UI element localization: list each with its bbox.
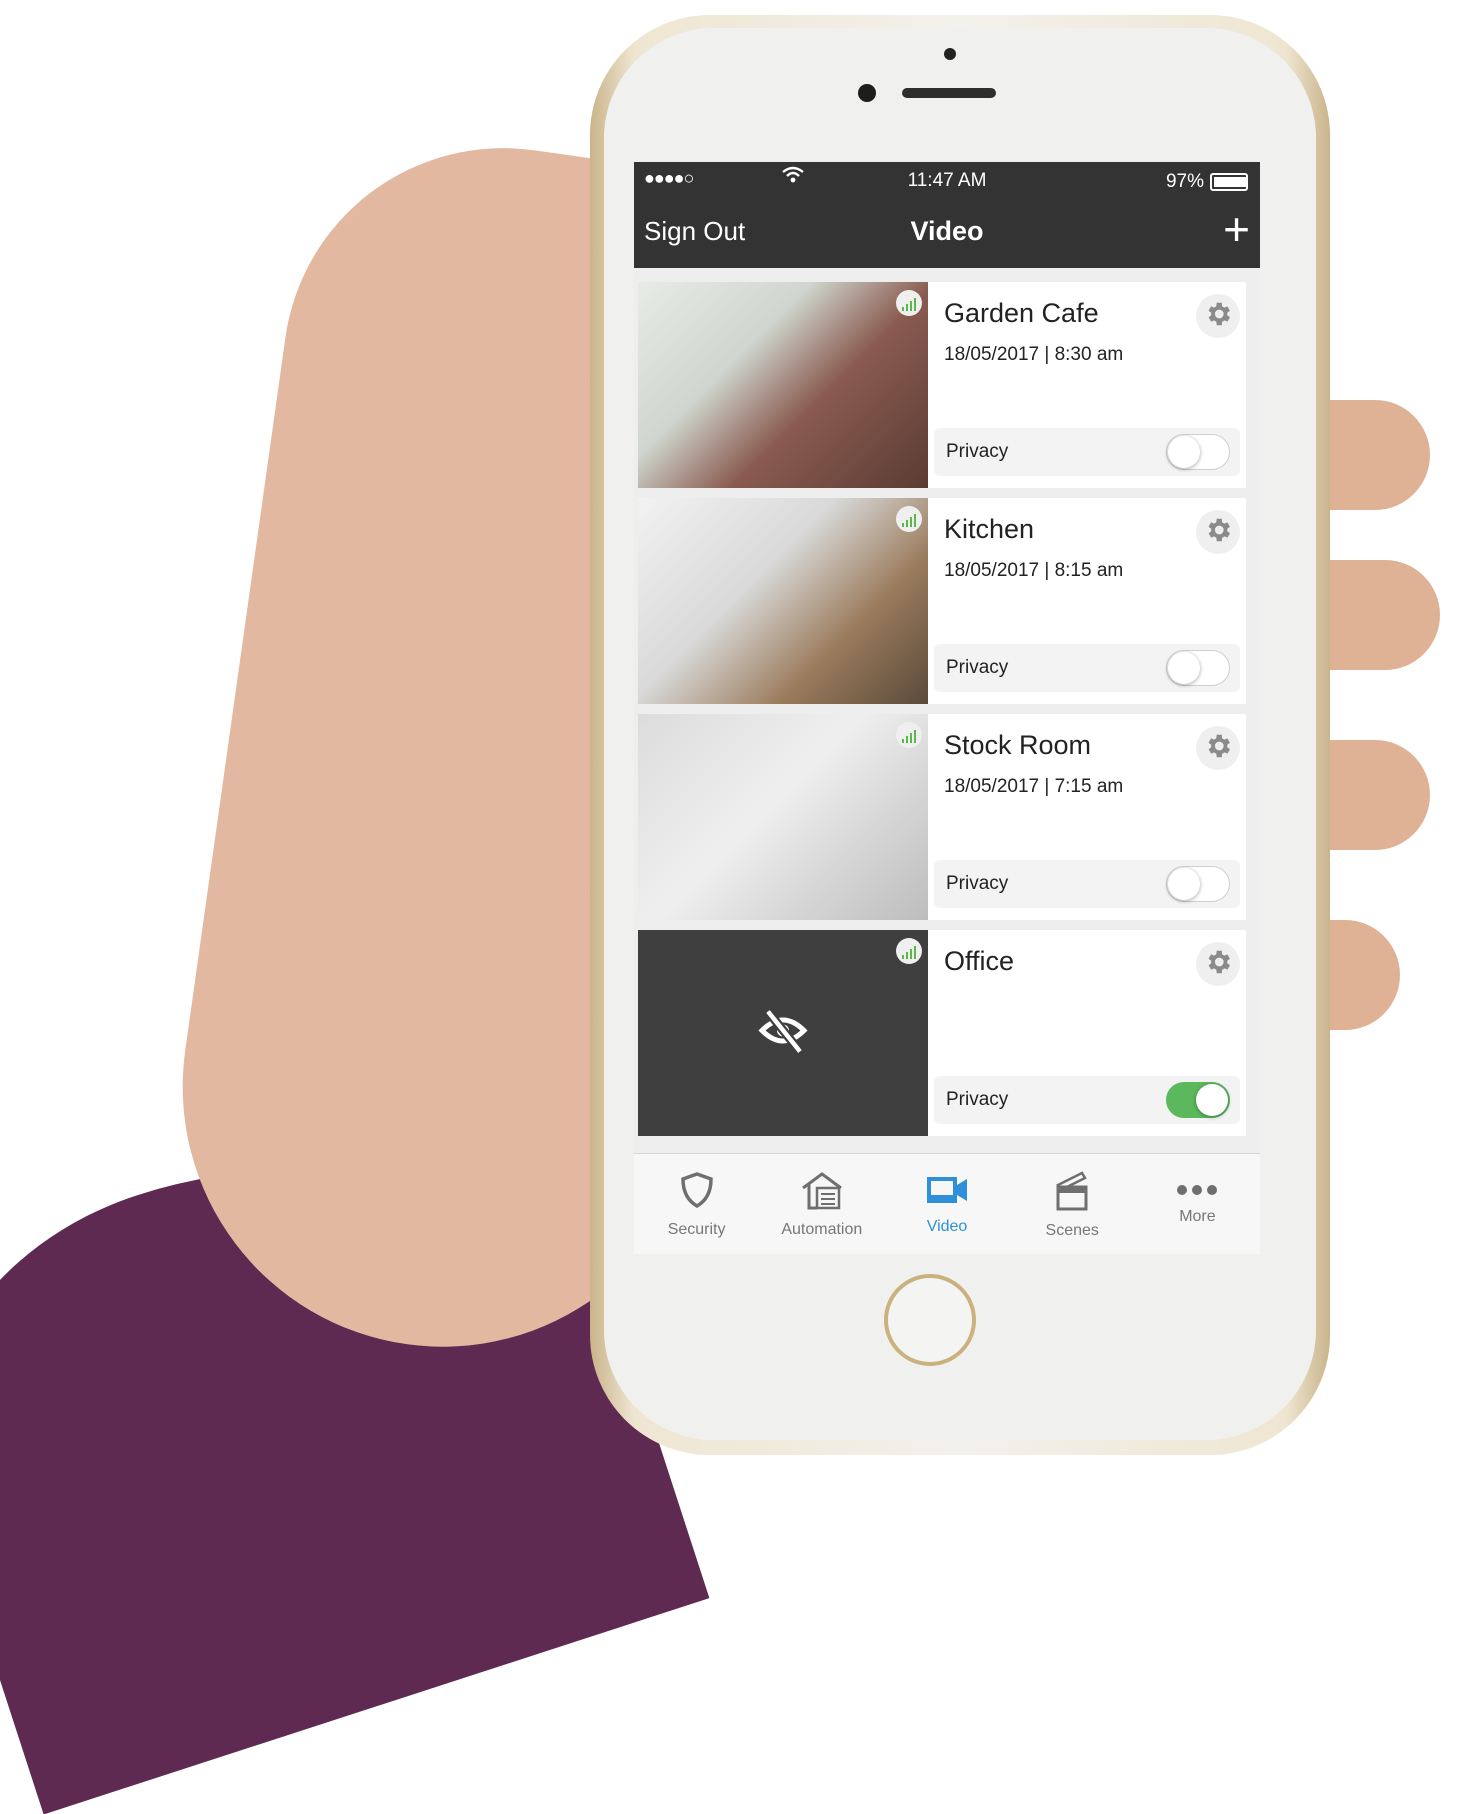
- camera-timestamp: 18/05/2017 | 7:15 am: [944, 776, 1124, 797]
- camera-card[interactable]: Kitchen 18/05/2017 | 8:15 am Privacy: [638, 498, 1246, 704]
- more-dots-icon: [1175, 1183, 1219, 1202]
- privacy-toggle[interactable]: [1166, 650, 1230, 686]
- toggle-knob: [1196, 1084, 1228, 1116]
- camera-timestamp: 18/05/2017 | 8:30 am: [944, 344, 1124, 365]
- signal-strength-icon: [896, 290, 922, 316]
- gear-icon: [1203, 515, 1233, 550]
- privacy-row: Privacy: [934, 428, 1240, 476]
- camera-settings-button[interactable]: [1196, 726, 1240, 770]
- camera-thumbnail[interactable]: [638, 282, 928, 488]
- privacy-label: Privacy: [946, 873, 1009, 894]
- privacy-eye-off-icon: [756, 1004, 810, 1063]
- camera-info: Garden Cafe 18/05/2017 | 8:30 am Privacy: [928, 282, 1246, 488]
- privacy-label: Privacy: [946, 1089, 1009, 1110]
- tab-bar: Security Automation Video Scenes More: [634, 1153, 1260, 1254]
- video-camera-icon: [925, 1173, 969, 1212]
- toggle-knob: [1168, 652, 1200, 684]
- privacy-toggle[interactable]: [1166, 1082, 1230, 1118]
- camera-name: Office: [944, 946, 1015, 976]
- page-title: Video: [910, 216, 984, 246]
- tab-label: Automation: [781, 1220, 863, 1238]
- gear-icon: [1203, 299, 1233, 334]
- camera-settings-button[interactable]: [1196, 942, 1240, 986]
- privacy-row: Privacy: [934, 1076, 1240, 1124]
- proximity-sensor: [944, 48, 956, 60]
- privacy-label: Privacy: [946, 657, 1009, 678]
- battery-indicator: 97%: [1166, 171, 1248, 193]
- earpiece-speaker: [902, 88, 996, 98]
- privacy-label: Privacy: [946, 441, 1009, 462]
- toggle-knob: [1168, 436, 1200, 468]
- camera-thumbnail[interactable]: [638, 498, 928, 704]
- camera-info: Kitchen 18/05/2017 | 8:15 am Privacy: [928, 498, 1246, 704]
- camera-thumbnail[interactable]: [638, 714, 928, 920]
- camera-card[interactable]: Office Privacy: [638, 930, 1246, 1136]
- tab-video[interactable]: Video: [884, 1154, 1009, 1254]
- camera-thumbnail[interactable]: [638, 930, 928, 1136]
- shield-icon: [677, 1170, 717, 1215]
- gear-icon: [1203, 731, 1233, 766]
- privacy-toggle[interactable]: [1166, 866, 1230, 902]
- battery-icon: [1210, 173, 1248, 191]
- camera-card[interactable]: Garden Cafe 18/05/2017 | 8:30 am Privacy: [638, 282, 1246, 488]
- camera-name: Kitchen: [944, 514, 1035, 544]
- add-camera-button[interactable]: +: [1223, 206, 1250, 252]
- home-button[interactable]: [884, 1274, 976, 1366]
- signal-strength-icon: [896, 938, 922, 964]
- camera-card[interactable]: Stock Room 18/05/2017 | 7:15 am Privacy: [638, 714, 1246, 920]
- tab-more[interactable]: More: [1135, 1154, 1260, 1254]
- privacy-row: Privacy: [934, 860, 1240, 908]
- gear-icon: [1203, 947, 1233, 982]
- tab-label: More: [1179, 1207, 1216, 1225]
- camera-settings-button[interactable]: [1196, 294, 1240, 338]
- camera-timestamp: 18/05/2017 | 8:15 am: [944, 560, 1124, 581]
- signal-strength-icon: [896, 722, 922, 748]
- nav-bar: Sign Out Video +: [634, 198, 1260, 268]
- clapperboard-icon: [1052, 1169, 1092, 1216]
- privacy-row: Privacy: [934, 644, 1240, 692]
- camera-name: Garden Cafe: [944, 298, 1099, 328]
- tab-security[interactable]: Security: [634, 1154, 759, 1254]
- tab-label: Security: [667, 1220, 726, 1238]
- privacy-toggle[interactable]: [1166, 434, 1230, 470]
- tab-automation[interactable]: Automation: [759, 1154, 884, 1254]
- front-camera: [858, 84, 876, 102]
- tab-label: Scenes: [1045, 1221, 1099, 1239]
- camera-info: Stock Room 18/05/2017 | 7:15 am Privacy: [928, 714, 1246, 920]
- tab-label: Video: [926, 1217, 968, 1235]
- camera-info: Office Privacy: [928, 930, 1246, 1136]
- app-screen: ●●●●○ 11:47 AM 97% Sign Out Video + Gard…: [634, 162, 1260, 1254]
- home-automation-icon: [799, 1170, 845, 1215]
- toggle-knob: [1168, 868, 1200, 900]
- battery-percent: 97%: [1165, 171, 1204, 192]
- tab-scenes[interactable]: Scenes: [1010, 1154, 1135, 1254]
- camera-settings-button[interactable]: [1196, 510, 1240, 554]
- camera-name: Stock Room: [944, 730, 1092, 760]
- signal-strength-icon: [896, 506, 922, 532]
- status-bar: ●●●●○ 11:47 AM 97%: [634, 162, 1260, 198]
